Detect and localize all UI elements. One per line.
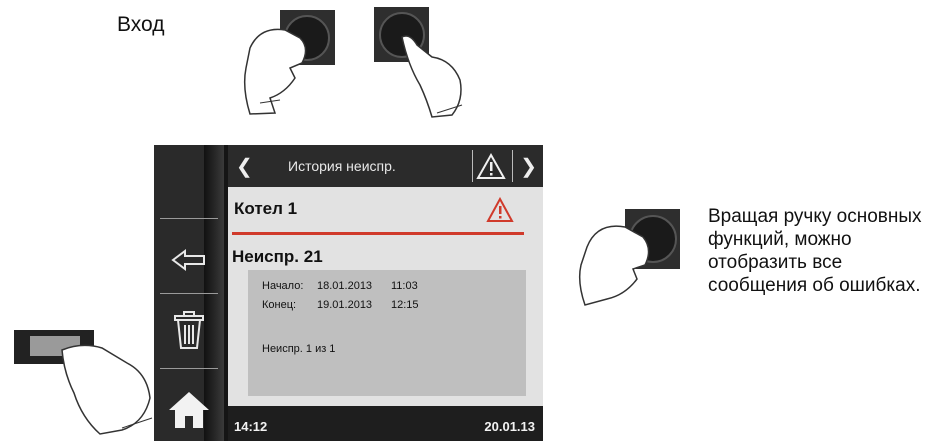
hand-pressing-button-icon (14, 330, 153, 435)
start-row: Начало: 18.01.2013 11:03 (262, 280, 418, 292)
start-label: Начало: (262, 280, 304, 292)
hand-turning-knob-icon (243, 10, 335, 115)
start-date: 18.01.2013 (317, 280, 373, 292)
clock-time: 14:12 (234, 419, 268, 434)
fault-title: Неиспр. 21 (232, 247, 323, 266)
trash-icon (174, 311, 204, 349)
control-panel: ❮ История неиспр. ❯ Котел 1 Неиспр. 21 Н… (154, 145, 543, 441)
back-arrow-icon (171, 249, 205, 271)
page-title: История неиспр. (288, 158, 396, 174)
end-time: 12:15 (391, 299, 419, 311)
end-label: Конец: (262, 299, 297, 311)
instruction-text: Вращая ручку основных функций, можно ото… (708, 206, 922, 296)
divider-line (232, 232, 524, 235)
sidebar-divider (160, 293, 218, 294)
chevron-right-icon[interactable]: ❯ (520, 154, 537, 179)
sidebar (154, 145, 224, 441)
status-bar: 14:12 20.01.13 (228, 406, 543, 441)
delete-button[interactable] (162, 305, 216, 355)
entry-label: Вход (117, 13, 165, 36)
content-area: Котел 1 Неиспр. 21 Начало: 18.01.2013 11:0… (228, 187, 543, 406)
chevron-left-icon[interactable]: ❮ (236, 154, 253, 179)
home-icon (169, 392, 209, 428)
header-bar: ❮ История неиспр. ❯ (228, 145, 543, 187)
hand-pressing-knob-icon (374, 7, 463, 118)
sidebar-divider (160, 368, 218, 369)
sidebar-divider (160, 218, 218, 219)
hand-turning-knob-right-icon (578, 209, 680, 306)
back-button[interactable] (162, 235, 216, 285)
warning-triangle-red-icon (486, 197, 514, 222)
start-time: 11:03 (391, 280, 418, 292)
home-button[interactable] (162, 385, 216, 435)
fault-details: Начало: 18.01.2013 11:03 Конец: 19.01.2013 1… (248, 270, 526, 396)
clock-date: 20.01.13 (484, 419, 535, 434)
end-row: Конец: 19.01.2013 12:15 (262, 299, 419, 311)
warning-triangle-icon[interactable] (476, 152, 506, 180)
end-date: 19.01.2013 (317, 299, 373, 311)
display-screen: ❮ История неиспр. ❯ Котел 1 Неиспр. 21 Н… (228, 145, 543, 441)
boiler-title: Котел 1 (234, 199, 298, 218)
fault-counter: Неиспр. 1 из 1 (262, 343, 336, 355)
